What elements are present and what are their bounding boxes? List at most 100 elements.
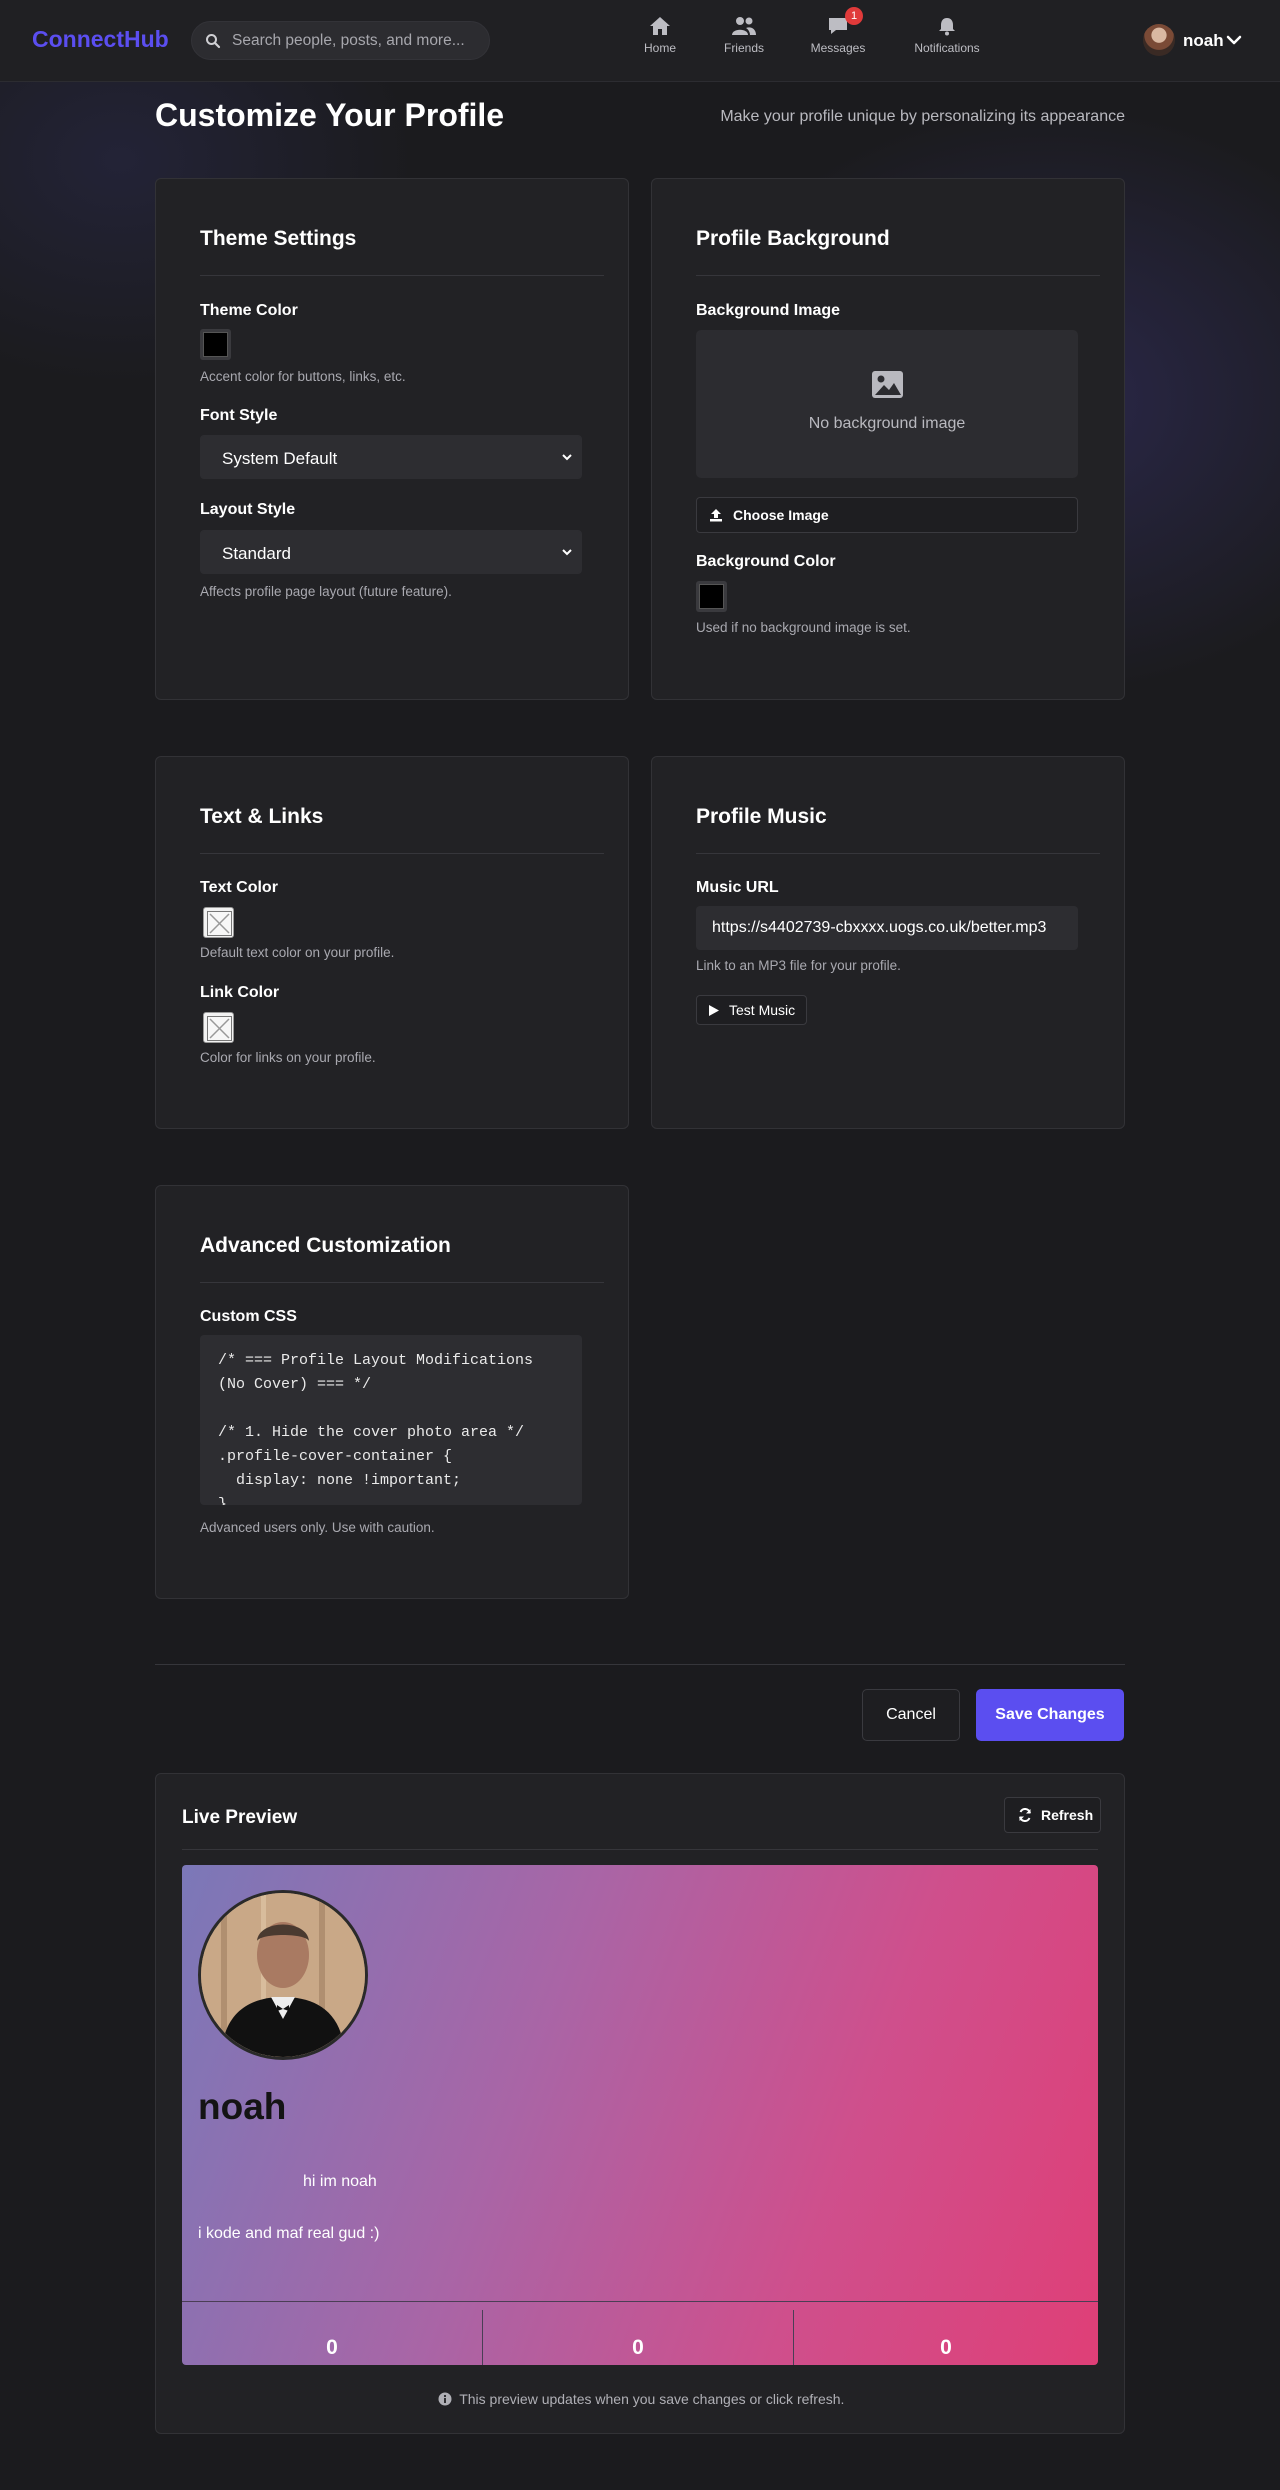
link-color-help: Color for links on your profile. [200, 1050, 376, 1065]
divider [696, 275, 1100, 276]
save-changes-button[interactable]: Save Changes [976, 1689, 1124, 1741]
test-music-label: Test Music [729, 1002, 796, 1018]
text-links-title: Text & Links [200, 805, 324, 828]
divider [182, 1849, 1098, 1850]
custom-css-label: Custom CSS [200, 1308, 297, 1325]
font-style-select[interactable]: System Default [200, 435, 582, 479]
image-icon [872, 371, 903, 398]
top-navbar: ConnectHub Home Friends Messages 1 Notif… [0, 0, 1280, 82]
custom-css-help: Advanced users only. Use with caution. [200, 1520, 435, 1535]
theme-color-picker[interactable] [200, 329, 231, 360]
layout-style-select[interactable]: Standard [200, 530, 582, 574]
nav-friends[interactable]: Friends [704, 16, 784, 55]
divider [696, 853, 1100, 854]
no-background-text: No background image [808, 415, 966, 432]
link-color-label: Link Color [200, 984, 280, 1001]
background-color-picker[interactable] [696, 581, 727, 612]
preview-note-text: This preview updates when you save chang… [459, 2391, 845, 2407]
music-url-help: Link to an MP3 file for your profile. [696, 958, 901, 973]
text-color-picker[interactable] [203, 907, 234, 938]
font-style-label: Font Style [200, 407, 278, 424]
page-title: Customize Your Profile [155, 97, 505, 133]
music-url-input[interactable] [696, 906, 1078, 950]
custom-css-textarea[interactable]: /* === Profile Layout Modifications (No … [200, 1335, 582, 1505]
layout-style-label: Layout Style [200, 501, 296, 518]
nav-home-label: Home [643, 41, 676, 55]
divider [200, 275, 604, 276]
background-image-label: Background Image [696, 302, 841, 319]
live-preview-title: Live Preview [182, 1807, 298, 1828]
chevron-down-icon [1226, 35, 1242, 45]
test-music-button[interactable]: Test Music [696, 995, 807, 1025]
advanced-customization-card: Advanced Customization Custom CSS /* ===… [155, 1185, 629, 1599]
page-subtitle: Make your profile unique by personalizin… [720, 108, 1125, 125]
upload-icon [710, 509, 722, 522]
cancel-button[interactable]: Cancel [862, 1689, 960, 1741]
broken-image-icon [209, 913, 230, 934]
text-links-card: Text & Links Text Color Default text col… [155, 756, 629, 1129]
chevron-down-icon [562, 549, 572, 556]
stat-item: 0 [794, 2302, 1098, 2365]
play-icon [709, 1005, 719, 1016]
text-color-label: Text Color [200, 879, 278, 896]
preview-canvas: noah hi im noah i kode and maf real gud … [182, 1865, 1098, 2365]
background-color-label: Background Color [696, 553, 836, 570]
text-color-help: Default text color on your profile. [200, 945, 395, 960]
info-icon [438, 2392, 452, 2406]
background-color-swatch [699, 584, 724, 609]
friends-icon [732, 17, 756, 35]
profile-background-title: Profile Background [696, 227, 890, 250]
preview-name: noah [198, 2086, 287, 2127]
choose-image-label: Choose Image [733, 507, 829, 523]
live-preview-card: Live Preview Refresh noah hi im noah i k… [155, 1773, 1125, 2434]
broken-image-icon [209, 1018, 230, 1039]
stat-value: 0 [632, 2336, 644, 2359]
nav-messages[interactable]: Messages 1 [798, 7, 878, 55]
music-url-label: Music URL [696, 879, 779, 896]
home-icon [650, 17, 670, 35]
background-color-help: Used if no background image is set. [696, 620, 911, 635]
link-color-swatch [207, 1016, 232, 1041]
search-bar [191, 21, 490, 60]
nav-home[interactable]: Home [620, 16, 700, 55]
divider [200, 1282, 604, 1283]
search-icon [206, 34, 221, 49]
preview-note: This preview updates when you save chang… [156, 2391, 1126, 2407]
messages-badge: 1 [845, 7, 863, 25]
theme-color-label: Theme Color [200, 302, 298, 319]
bell-icon [939, 18, 955, 36]
divider [200, 853, 604, 854]
advanced-customization-title: Advanced Customization [200, 1234, 451, 1257]
nav-notifications[interactable]: Notifications [907, 16, 987, 55]
search-input[interactable] [232, 22, 482, 59]
preview-stats: 0 0 0 [182, 2301, 1098, 2365]
background-image-dropzone[interactable]: No background image [696, 330, 1078, 478]
stat-value: 0 [326, 2336, 338, 2359]
nav-friends-label: Friends [723, 41, 764, 55]
text-color-swatch [207, 911, 232, 936]
theme-color-help: Accent color for buttons, links, etc. [200, 369, 406, 384]
actions-divider [155, 1664, 1125, 1665]
nav-messages-label: Messages [810, 41, 866, 55]
stat-item: 0 [483, 2302, 793, 2365]
profile-photo [201, 1893, 365, 2057]
stat-value: 0 [940, 2336, 952, 2359]
nav-notifications-label: Notifications [914, 41, 980, 55]
theme-settings-card: Theme Settings Theme Color Accent color … [155, 178, 629, 700]
theme-color-swatch [203, 332, 228, 357]
avatar [1143, 24, 1175, 56]
choose-image-button[interactable]: Choose Image [696, 497, 1078, 533]
layout-style-value: Standard [222, 544, 291, 563]
font-style-value: System Default [222, 449, 338, 468]
refresh-label: Refresh [1041, 1807, 1094, 1823]
profile-background-card: Profile Background Background Image No b… [651, 178, 1125, 700]
profile-avatar [198, 1890, 368, 2060]
theme-settings-title: Theme Settings [200, 227, 357, 250]
preview-bio-line: i kode and maf real gud :) [198, 2225, 380, 2242]
link-color-picker[interactable] [203, 1012, 234, 1043]
brand-logo[interactable]: ConnectHub [32, 26, 169, 53]
profile-music-card: Profile Music Music URL Link to an MP3 f… [651, 756, 1125, 1129]
refresh-icon [1019, 1808, 1031, 1822]
refresh-button[interactable]: Refresh [1004, 1797, 1101, 1833]
stat-item: 0 [182, 2302, 482, 2365]
